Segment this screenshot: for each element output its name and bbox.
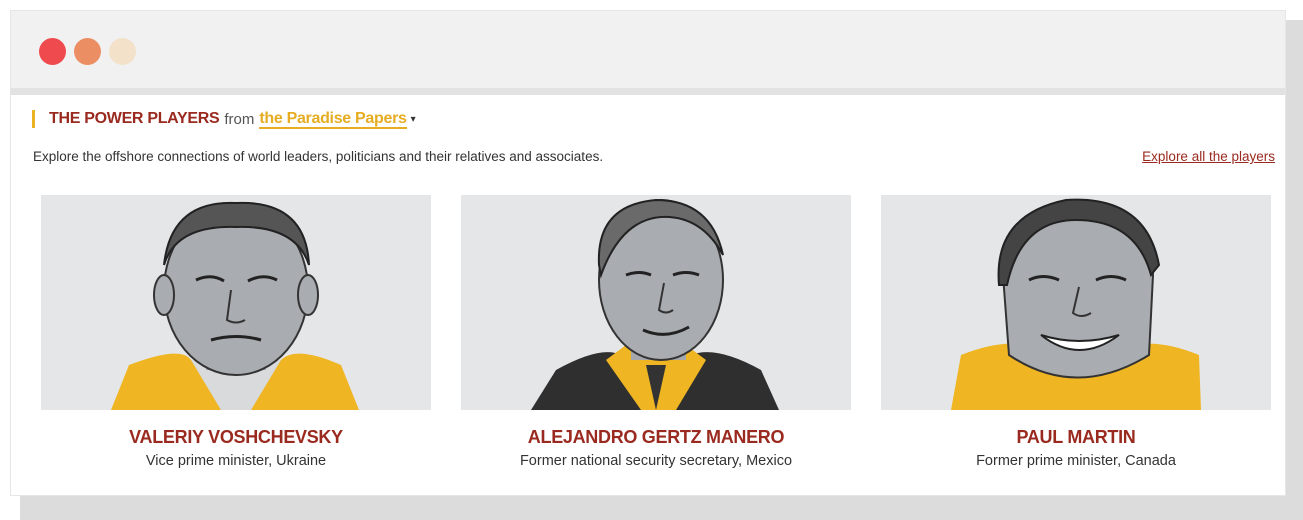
portrait-illustration xyxy=(111,201,359,410)
title-bar xyxy=(11,11,1285,88)
portrait-illustration xyxy=(951,198,1201,410)
close-dot[interactable] xyxy=(39,38,66,65)
minimize-dot[interactable] xyxy=(74,38,101,65)
caret-down-icon[interactable]: ▾ xyxy=(411,114,416,125)
section-title: THE POWER PLAYERS xyxy=(49,110,220,127)
heading-accent-bar xyxy=(32,110,35,128)
player-role: Vice prime minister, Ukraine xyxy=(145,453,327,469)
section-heading: THE POWER PLAYERS from the Paradise Pape… xyxy=(32,109,416,129)
heading-from-text: from xyxy=(224,110,255,128)
source-dropdown-link[interactable]: the Paradise Papers xyxy=(259,110,407,129)
page-content: THE POWER PLAYERS from the Paradise Pape… xyxy=(11,95,1285,495)
portrait-illustration xyxy=(531,198,779,410)
player-portrait[interactable] xyxy=(41,195,431,410)
player-name[interactable]: VALERIY VOSHCHEVSKY xyxy=(41,427,431,448)
player-name[interactable]: ALEJANDRO GERTZ MANERO xyxy=(461,427,851,448)
player-portrait[interactable] xyxy=(881,195,1271,410)
player-role: Former national security secretary, Mexi… xyxy=(519,453,793,469)
browser-window: THE POWER PLAYERS from the Paradise Pape… xyxy=(10,10,1286,496)
player-role: Former prime minister, Canada xyxy=(976,453,1176,469)
title-bar-divider xyxy=(11,88,1285,95)
player-card[interactable]: ALEJANDRO GERTZ MANERO Former national s… xyxy=(461,195,851,475)
player-card[interactable]: PAUL MARTIN Former prime minister, Canad… xyxy=(881,195,1271,475)
player-card[interactable]: VALERIY VOSHCHEVSKY Vice prime minister,… xyxy=(41,195,431,475)
explore-all-link[interactable]: Explore all the players xyxy=(1142,149,1275,164)
maximize-dot[interactable] xyxy=(109,38,136,65)
player-name[interactable]: PAUL MARTIN xyxy=(881,427,1271,448)
intro-text: Explore the offshore connections of worl… xyxy=(33,149,604,164)
player-portrait[interactable] xyxy=(461,195,851,410)
